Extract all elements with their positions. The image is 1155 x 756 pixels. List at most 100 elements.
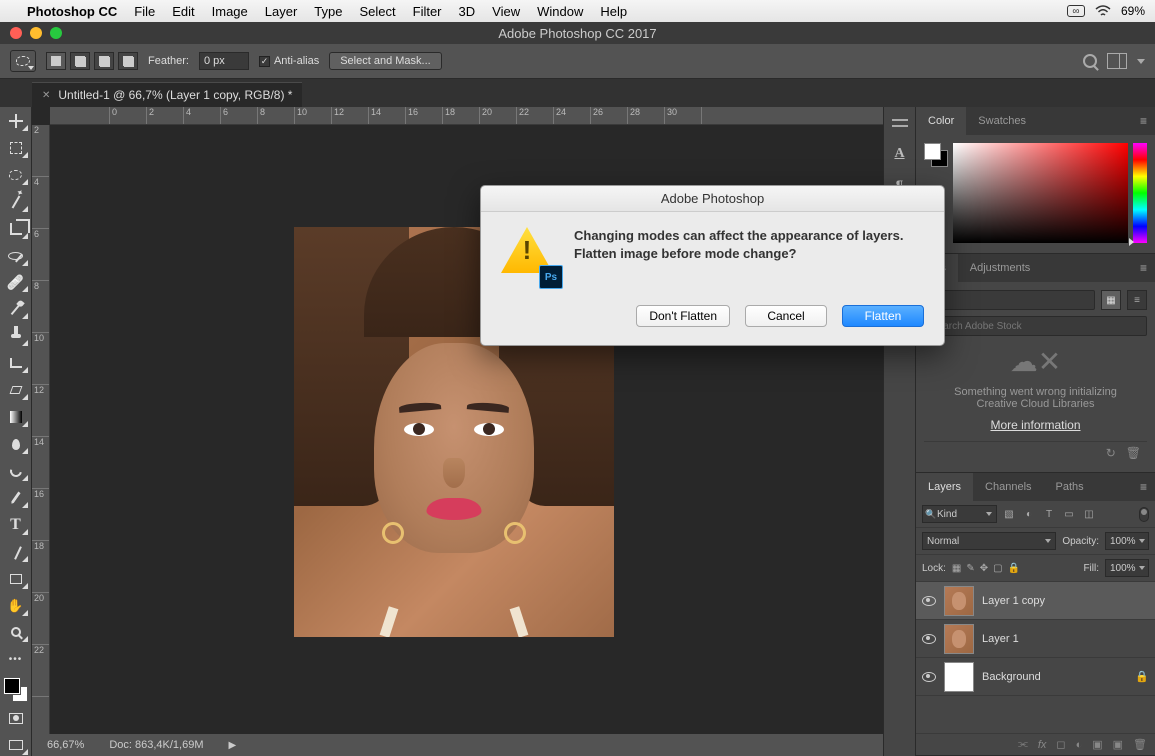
- marquee-tool[interactable]: [3, 137, 29, 159]
- eyedropper-tool[interactable]: [3, 245, 29, 267]
- clone-stamp-tool[interactable]: [3, 325, 29, 347]
- layers-panel-menu[interactable]: ≡: [1132, 480, 1155, 494]
- selection-subtract-button[interactable]: [94, 52, 114, 70]
- lock-all-icon[interactable]: 🔒: [1008, 563, 1020, 574]
- menu-3d[interactable]: 3D: [459, 4, 476, 19]
- zoom-level[interactable]: 66,67%: [47, 739, 84, 751]
- tab-paths[interactable]: Paths: [1044, 473, 1096, 501]
- layer-thumbnail[interactable]: [944, 662, 974, 692]
- lasso-tool[interactable]: [3, 164, 29, 186]
- opacity-input[interactable]: 100%: [1105, 532, 1149, 550]
- path-selection-tool[interactable]: [3, 541, 29, 563]
- tab-color[interactable]: Color: [916, 107, 966, 135]
- dock-properties-icon[interactable]: [891, 115, 909, 131]
- library-search[interactable]: Search Adobe Stock: [924, 316, 1147, 336]
- visibility-toggle-icon[interactable]: [922, 634, 936, 644]
- layer-name[interactable]: Layer 1: [982, 633, 1019, 645]
- filter-smart-icon[interactable]: ◫: [1081, 506, 1097, 522]
- lib-panel-menu[interactable]: ≡: [1132, 261, 1155, 275]
- menu-image[interactable]: Image: [212, 4, 248, 19]
- filter-shape-icon[interactable]: ▭: [1061, 506, 1077, 522]
- text-tool[interactable]: T: [3, 514, 29, 536]
- tab-adjustments[interactable]: Adjustments: [958, 254, 1043, 282]
- move-tool[interactable]: [3, 110, 29, 132]
- creative-cloud-icon[interactable]: [1067, 5, 1085, 17]
- lib-sync-icon[interactable]: ↻: [1106, 446, 1116, 460]
- layer-thumbnail[interactable]: [944, 624, 974, 654]
- workspace-menu-icon[interactable]: [1137, 59, 1145, 64]
- menu-view[interactable]: View: [492, 4, 520, 19]
- wifi-icon[interactable]: [1095, 5, 1111, 17]
- adjustment-layer-icon[interactable]: ◐: [1076, 739, 1083, 751]
- selection-new-button[interactable]: [46, 52, 66, 70]
- blur-tool[interactable]: [3, 433, 29, 455]
- new-layer-icon[interactable]: ▣: [1113, 738, 1123, 751]
- layer-thumbnail[interactable]: [944, 586, 974, 616]
- filter-type-icon[interactable]: T: [1041, 506, 1057, 522]
- lib-list-view-button[interactable]: ≡: [1127, 290, 1147, 310]
- window-minimize-button[interactable]: [30, 27, 42, 39]
- menu-edit[interactable]: Edit: [172, 4, 194, 19]
- menu-select[interactable]: Select: [359, 4, 395, 19]
- tab-channels[interactable]: Channels: [973, 473, 1043, 501]
- layer-item[interactable]: Layer 1 copy: [916, 582, 1155, 620]
- color-field[interactable]: [953, 143, 1128, 243]
- ruler-horizontal[interactable]: 024681012141618202224262830: [50, 107, 883, 125]
- app-menu[interactable]: Photoshop CC: [27, 4, 117, 19]
- lock-transparent-icon[interactable]: ▦: [952, 563, 961, 574]
- layer-item[interactable]: Background 🔒: [916, 658, 1155, 696]
- fill-input[interactable]: 100%: [1105, 559, 1149, 577]
- menu-window[interactable]: Window: [537, 4, 583, 19]
- library-dropdown[interactable]: [924, 290, 1095, 310]
- zoom-tool[interactable]: [3, 622, 29, 644]
- document-tab[interactable]: ✕ Untitled-1 @ 66,7% (Layer 1 copy, RGB/…: [32, 82, 302, 107]
- shape-tool[interactable]: [3, 568, 29, 590]
- layer-name[interactable]: Layer 1 copy: [982, 595, 1045, 607]
- edit-toolbar[interactable]: •••: [3, 648, 29, 670]
- eraser-tool[interactable]: [3, 379, 29, 401]
- visibility-toggle-icon[interactable]: [922, 596, 936, 606]
- more-information-link[interactable]: More information: [990, 418, 1080, 432]
- lock-artboard-icon[interactable]: ▢: [993, 563, 1002, 574]
- menu-type[interactable]: Type: [314, 4, 342, 19]
- filter-toggle[interactable]: [1139, 507, 1149, 522]
- layer-item[interactable]: Layer 1: [916, 620, 1155, 658]
- anti-alias-checkbox[interactable]: ✓: [259, 56, 270, 67]
- tab-layers[interactable]: Layers: [916, 473, 973, 501]
- blend-mode-dropdown[interactable]: Normal: [922, 532, 1056, 550]
- search-icon[interactable]: [1083, 54, 1097, 68]
- doc-info[interactable]: Doc: 863,4K/1,69M: [109, 739, 203, 751]
- window-close-button[interactable]: [10, 27, 22, 39]
- select-and-mask-button[interactable]: Select and Mask...: [329, 52, 442, 70]
- layer-style-icon[interactable]: fx: [1038, 739, 1047, 751]
- quick-mask-tool[interactable]: [3, 707, 29, 729]
- ruler-vertical[interactable]: 246810121416182022: [32, 125, 50, 756]
- tool-preset-picker[interactable]: [10, 50, 36, 72]
- menu-filter[interactable]: Filter: [413, 4, 442, 19]
- quick-selection-tool[interactable]: [3, 191, 29, 213]
- layer-group-icon[interactable]: ▣: [1092, 738, 1102, 751]
- filter-adjustment-icon[interactable]: ◐: [1021, 506, 1037, 522]
- layer-name[interactable]: Background: [982, 671, 1041, 683]
- lock-position-icon[interactable]: ✥: [980, 563, 988, 574]
- status-arrow-icon[interactable]: ▶: [228, 740, 236, 751]
- brush-tool[interactable]: [3, 298, 29, 320]
- color-swatch-picker[interactable]: [924, 143, 948, 167]
- gradient-tool[interactable]: [3, 406, 29, 428]
- menu-file[interactable]: File: [134, 4, 155, 19]
- screen-mode-tool[interactable]: [3, 734, 29, 756]
- close-tab-icon[interactable]: ✕: [42, 90, 50, 101]
- visibility-toggle-icon[interactable]: [922, 672, 936, 682]
- link-layers-icon[interactable]: ⫘: [1018, 738, 1028, 751]
- battery-status[interactable]: 69%: [1121, 4, 1145, 18]
- workspace-switcher-icon[interactable]: [1107, 53, 1127, 69]
- dock-character-icon[interactable]: A: [891, 146, 909, 162]
- color-picker[interactable]: [4, 678, 28, 702]
- dont-flatten-button[interactable]: Don't Flatten: [636, 305, 730, 327]
- history-brush-tool[interactable]: [3, 352, 29, 374]
- selection-add-button[interactable]: [70, 52, 90, 70]
- color-panel-menu[interactable]: ≡: [1132, 114, 1155, 128]
- delete-layer-icon[interactable]: 🗑: [1133, 738, 1147, 751]
- flatten-button[interactable]: Flatten: [842, 305, 924, 327]
- hand-tool[interactable]: ✋: [3, 595, 29, 617]
